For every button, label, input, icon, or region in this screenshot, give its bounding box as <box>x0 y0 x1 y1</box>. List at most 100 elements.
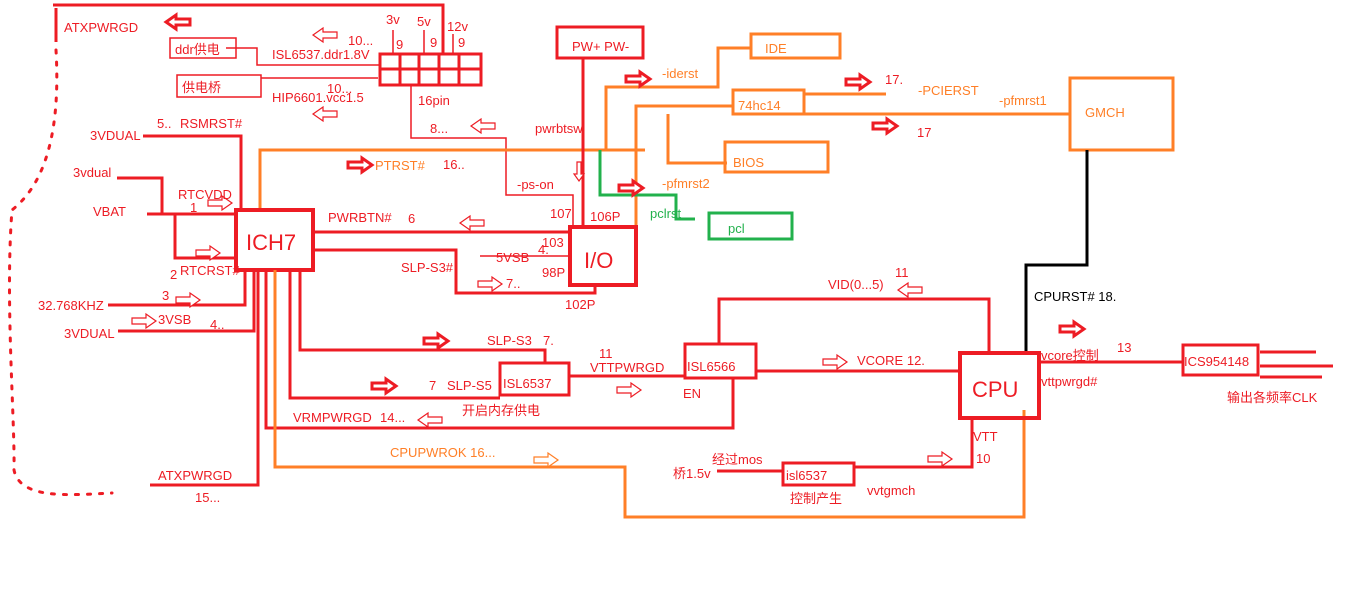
arrow-right-icon <box>844 73 872 91</box>
label: VTTPWRGD <box>590 360 664 375</box>
arrow-right-icon <box>822 354 848 370</box>
label: SLP-S5 <box>447 378 492 393</box>
label: 106P <box>590 209 620 224</box>
label: -pfmrst1 <box>999 93 1047 108</box>
label: 9 <box>396 37 403 52</box>
arrow-right-icon <box>617 179 645 197</box>
label: HIP6601.vcc1.5 <box>272 90 364 105</box>
label: VBAT <box>93 204 126 219</box>
label: RTCVDD <box>178 187 232 202</box>
arrow-left-icon <box>312 106 338 122</box>
label: 16.. <box>443 157 465 172</box>
label: 3VSB <box>158 312 191 327</box>
label: CPUPWROK 16... <box>390 445 495 460</box>
arrow-right-icon <box>477 276 503 292</box>
label: VRMPWRGD <box>293 410 372 425</box>
label: 15... <box>195 490 220 505</box>
label: 102P <box>565 297 595 312</box>
arrow-left-icon <box>897 282 923 298</box>
label: 103 <box>542 235 564 250</box>
label: vttpwrgd# <box>1041 374 1098 389</box>
ich7-label: ICH7 <box>246 230 296 255</box>
arrow-left-icon <box>470 118 496 134</box>
label: 11 <box>895 265 909 280</box>
label: 5v <box>417 14 431 29</box>
pcl-label: pcl <box>728 221 745 236</box>
isl6537-memory-label: ISL6537 <box>503 376 551 391</box>
arrow-right-icon <box>1058 320 1086 338</box>
label: 98P <box>542 265 565 280</box>
isl6566-label: ISL6566 <box>687 359 735 374</box>
pcl-block <box>707 211 794 241</box>
label: 6 <box>408 211 415 226</box>
ddr-power-label: ddr供电 <box>175 42 220 57</box>
label: 经过mos <box>712 452 763 467</box>
label: ATXPWRGD <box>64 20 138 35</box>
label: 3v <box>386 12 400 27</box>
arrow-left-icon <box>459 215 485 231</box>
arrow-right-icon <box>533 452 559 468</box>
label: 12v <box>447 19 468 34</box>
label: pclrst <box>650 206 681 221</box>
label: PTRST# <box>375 158 426 173</box>
label: SLP-S3 <box>487 333 532 348</box>
label: vvtgmch <box>867 483 915 498</box>
label: 9 <box>458 35 465 50</box>
label: VID(0...5) <box>828 277 884 292</box>
arrow-right-icon <box>871 117 899 135</box>
label: 17. <box>885 72 903 87</box>
arrow-right-icon <box>370 377 398 395</box>
label: pwrbtsw <box>535 121 583 136</box>
label: 开启内存供电 <box>462 403 540 418</box>
label: 13 <box>1117 340 1131 355</box>
arrow-left-icon <box>312 27 338 43</box>
label: 107 <box>550 206 572 221</box>
diagram-canvas: ICH7 I/O CPU GMCH IDE BIOS pcl 74hc14 PW… <box>8 3 1333 519</box>
label: 32.768KHZ <box>38 298 104 313</box>
74hc14-label: 74hc14 <box>738 98 781 113</box>
label: 4.. <box>210 317 224 332</box>
label: 10... <box>348 33 373 48</box>
label: 17 <box>917 125 931 140</box>
label: 5VSB <box>496 250 529 265</box>
arrow-right-icon <box>346 156 374 174</box>
bios-label: BIOS <box>733 155 764 170</box>
label: -iderst <box>662 66 699 81</box>
arrow-right-icon <box>422 332 450 350</box>
label: PWRBTN# <box>328 210 392 225</box>
label: 11 <box>599 346 613 361</box>
label: 7 <box>429 378 436 393</box>
arrow-right-icon <box>927 451 953 467</box>
gmch-label: GMCH <box>1085 105 1125 120</box>
label: ISL6537.ddr1.8V <box>272 47 370 62</box>
label: -ps-on <box>517 177 554 192</box>
label: EN <box>683 386 701 401</box>
label: 2 <box>170 267 177 282</box>
power-switch-label: PW+ PW- <box>572 39 629 54</box>
label: VTT <box>973 429 998 444</box>
label: 16pin <box>418 93 450 108</box>
arrow-left-icon <box>164 13 192 31</box>
label: 输出各频率CLK <box>1227 390 1318 405</box>
label: CPURST# 18. <box>1034 289 1116 304</box>
label: 3VDUAL <box>64 326 115 341</box>
label: RSMRST# <box>180 116 243 131</box>
label: SLP-S3# <box>401 260 454 275</box>
label: 8... <box>430 121 448 136</box>
arrow-left-icon <box>417 412 443 428</box>
label: 3vdual <box>73 165 111 180</box>
label: 7.. <box>506 276 520 291</box>
io-label: I/O <box>584 248 613 273</box>
label: -PCIERST <box>918 83 979 98</box>
arrow-right-icon <box>616 382 642 398</box>
label: 7. <box>543 333 554 348</box>
label: 3VDUAL <box>90 128 141 143</box>
label: RTCRST# <box>180 263 240 278</box>
label: 10 <box>976 451 990 466</box>
arrow-right-icon <box>624 70 652 88</box>
arrow-right-icon <box>131 313 157 329</box>
ics954148-label: ICS954148 <box>1184 354 1249 369</box>
label: 控制产生 <box>790 491 842 506</box>
isl6537-vtt-label: isl6537 <box>786 468 827 483</box>
label: 桥1.5v <box>673 466 711 481</box>
